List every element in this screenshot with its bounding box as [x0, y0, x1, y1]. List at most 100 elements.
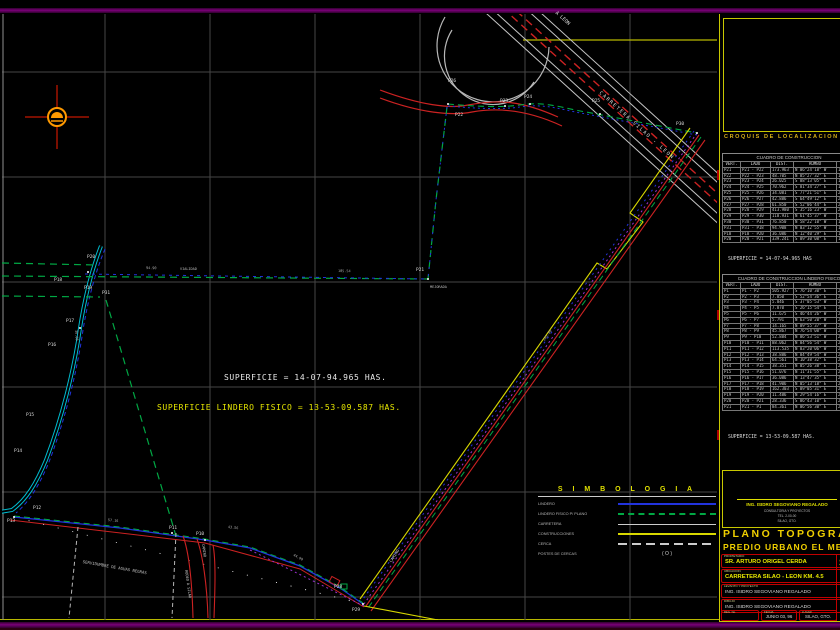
table-cell: 1,743.815 — [836, 218, 840, 226]
field-value: SR. ARTURO ORIGEL CERDA — [725, 559, 807, 565]
map-label: P28 — [334, 585, 343, 590]
table-cell: 256,644 — [836, 397, 840, 405]
control-point-icon — [25, 85, 89, 149]
titleblock-bottom-row: REG. No. FECHA JUNIO 03, 96 LUGAR SILAO, GTO… — [721, 610, 840, 621]
map-label: 105.54 — [337, 269, 351, 274]
map-label: P24 — [524, 95, 533, 100]
bottom-cell-label: FECHA — [764, 610, 774, 614]
table-cell: 256,610 — [836, 386, 840, 394]
map-label: P31 — [102, 291, 111, 296]
titleblock-field: PROPIETARIO SR. ARTURO ORIGEL CERDA — [721, 554, 840, 568]
firm-line: SILAO, GTO. — [777, 519, 797, 523]
table-cell: 339.241 — [770, 236, 794, 244]
legend-item: LINDERO — [538, 499, 716, 509]
map-label: P10 — [196, 532, 205, 537]
table-cell: 1,971.208 — [836, 178, 840, 186]
table-cell: 256,444 — [836, 374, 840, 382]
field-label: PROPIETARIO — [724, 554, 745, 558]
plan-title: PLANO TOPOGRAFICO — [723, 528, 840, 540]
superficie-text: SUPERFICIE = 14-07-94.965 HAS. — [224, 373, 387, 382]
table-cell: 256,468 — [836, 345, 840, 353]
legend-item-sample: ( O ) — [662, 551, 672, 557]
titleblock-bottom-cell: FECHA JUNIO 03, 96 — [761, 610, 797, 621]
map-label: P14 — [14, 449, 23, 454]
legend-item: POSTES DE CERCAS ( O ) — [538, 549, 716, 559]
table-cell: P21 - P1 — [740, 403, 771, 411]
legend: S I M B O L O G I A LINDERO LINDERO FISIC… — [538, 486, 716, 559]
legend-item-sample — [618, 513, 716, 515]
table-cell: 256,616 — [836, 392, 840, 399]
bottom-cell-label: REG. No. — [724, 610, 736, 614]
bottom-cell-value: JUNIO 03, 96 — [765, 614, 793, 619]
map-label: P20 — [87, 255, 96, 260]
legend-title: S I M B O L O G I A — [538, 486, 716, 497]
table: VERT.LADODIST.RUMBOCOORD.P1P1 - P2505.92… — [722, 282, 840, 411]
table-cell: 256,790 — [836, 299, 840, 307]
table-cell: 256,426 — [836, 363, 840, 370]
table-cell: 256,448 — [836, 380, 840, 388]
field-label: DIBUJO — [724, 599, 736, 603]
table-cell: 256,782 — [836, 293, 840, 301]
titleblock-bottom-cell: LUGAR SILAO, GTO. — [799, 610, 837, 621]
legend-item-sample — [618, 533, 716, 535]
legend-item-label: CARRETERA — [538, 522, 562, 526]
table-cell: 1,662.871 — [836, 236, 840, 244]
table-cell: 256,580 — [836, 339, 840, 347]
table-cell: 1,750.321 — [836, 166, 840, 174]
croquis-title: CROQUIS DE LOCALIZACION — [724, 134, 839, 140]
legend-rows: LINDERO LINDERO FISICO P/ PLANO CARRETERA C… — [538, 499, 716, 559]
map-label: CAMINO — [201, 543, 207, 558]
map-label: P19 — [84, 286, 93, 291]
legend-item-label: LINDERO FISICO P/ PLANO — [538, 512, 588, 516]
lindero-fisico-table: CUADRO DE CONSTRUCCION LINDERO FISICO VER… — [722, 274, 840, 411]
engineer-name: ING. ISIDRO SEGOVIANO REGALADO — [746, 502, 828, 507]
superficie-lindero-text: SUPERFICIE LINDERO FISICO = 13-53-09.587… — [157, 403, 401, 412]
table-cell: 2,066.730 — [836, 190, 840, 197]
table-row: P20P20 - P21339.241S 89°30'08" E1,662.87… — [722, 236, 840, 244]
table-cell: 1,848.206 — [836, 213, 840, 220]
map-label: P29 — [352, 608, 361, 613]
plan-subtitle: PREDIO URBANO EL MEZQUIT — [723, 542, 840, 552]
field-value: CARRETERA SILAO - LEON KM. 4.5 — [725, 574, 824, 580]
table-cell: 256,764 — [836, 322, 840, 330]
map-label: VIALIDAD — [180, 267, 197, 271]
legend-item-sample — [618, 543, 716, 545]
map-label: P26 — [448, 79, 457, 84]
table-cell: 1,654.330 — [836, 230, 840, 238]
table-cell: 256,668 — [836, 334, 840, 341]
legend-item-sample — [618, 523, 716, 525]
table-cell: 256,718 — [836, 287, 840, 295]
map-label: P22 — [455, 113, 464, 118]
table-cell: N 06°56'30" E — [793, 403, 837, 411]
table-cell: 256,419 — [836, 357, 840, 365]
map-label: P15 — [26, 413, 35, 418]
table-cell: 1,676.042 — [836, 224, 840, 232]
map-label: P16 — [48, 343, 57, 348]
table1-superficie: SUPERFICIE = 14-07-94.965 HAS — [728, 257, 812, 262]
legend-item: CONSTRUCCIONES — [538, 529, 716, 539]
table-cell: 256,720 — [836, 328, 840, 336]
field-label: LEVANTO Y PROYECTO — [724, 584, 759, 588]
bottom-cell-label: LUGAR — [802, 610, 812, 614]
roundabout-arcs — [436, 16, 550, 106]
table-cell: 256,789 — [836, 305, 840, 312]
map-label: P11 — [169, 526, 178, 531]
map-label: 94.90 — [145, 266, 157, 271]
legend-item-label: CERCA — [538, 542, 552, 546]
table-cell: 256,778 — [836, 316, 840, 324]
table-cell: 2,100.265 — [836, 195, 840, 203]
map-label: P17 — [66, 319, 75, 324]
map-label: P18 — [54, 278, 63, 283]
legend-item-label: LINDERO — [538, 502, 555, 506]
field-label: UBICACION — [724, 569, 741, 573]
firm-line: CONSULTORIA Y PROYECTOS — [763, 509, 811, 513]
legend-item: LINDERO FISICO P/ PLANO — [538, 509, 716, 519]
table-cell: 256,783 — [836, 311, 840, 318]
road-edge-curves — [379, 89, 563, 127]
table-title: CUADRO DE CONSTRUCCION LINDERO FISICO — [722, 274, 840, 282]
titleblock-bottom-cell: REG. No. — [721, 610, 759, 621]
servidumbre-dashed-lines — [68, 526, 177, 619]
titleblock-field: LEVANTO Y PROYECTO ING. ISIDRO SEGOVIANO … — [721, 584, 840, 598]
table-cell: 84.361 — [770, 403, 794, 411]
table-row: P21P21 - P184.361N 06°56'30" E256,654 — [722, 403, 840, 411]
